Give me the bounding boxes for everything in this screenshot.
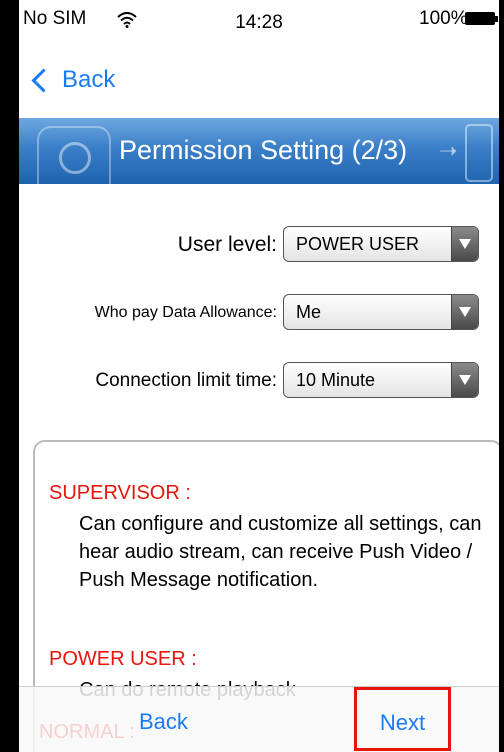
next-button[interactable]: Next [354,687,451,751]
data-allowance-select[interactable]: Me [283,294,479,330]
nav-bar: Back [19,58,499,102]
nav-back-label: Back [62,66,116,93]
connection-limit-select[interactable]: 10 Minute [283,362,479,398]
connection-limit-label: Connection limit time: [95,370,277,391]
user-level-select[interactable]: POWER USER [283,226,479,262]
data-allowance-label: Who pay Data Allowance: [94,304,277,321]
back-button[interactable]: Back [139,709,188,735]
supervisor-title: SUPERVISOR : [49,482,191,504]
chevron-left-icon [31,67,56,93]
data-allowance-value: Me [296,302,322,322]
data-allowance-row: Who pay Data Allowance: Me [19,294,499,332]
power-user-title: POWER USER : [49,648,197,670]
arrow-right-icon: ➝ [439,138,458,163]
title-banner: Permission Setting (2/3) ➝ [19,118,499,184]
chevron-down-icon [451,227,478,261]
phone-icon [465,124,493,182]
app-screen: No SIM 14:28 100% Back Permission Settin… [19,0,499,752]
page-title: Permission Setting (2/3) [119,135,408,165]
battery-icon [465,12,495,25]
battery-percent: 100% [419,8,468,29]
camera-icon [37,126,111,184]
chevron-down-icon [451,363,478,397]
supervisor-text: Can configure and customize all settings… [79,513,482,591]
chevron-down-icon [451,295,478,329]
connection-limit-row: Connection limit time: 10 Minute [19,362,499,400]
next-button-label: Next [379,710,426,735]
normal-title-scrolled: NORMAL : [39,721,135,743]
user-level-row: User level: POWER USER [19,226,499,264]
status-bar: No SIM 14:28 100% [19,0,499,42]
nav-back-button[interactable]: Back [31,66,115,94]
connection-limit-value: 10 Minute [296,370,376,390]
user-level-label: User level: [177,233,277,256]
user-level-value: POWER USER [296,234,420,254]
battery-tip [495,16,498,22]
bottom-toolbar: NORMAL : Back Next [19,686,499,752]
